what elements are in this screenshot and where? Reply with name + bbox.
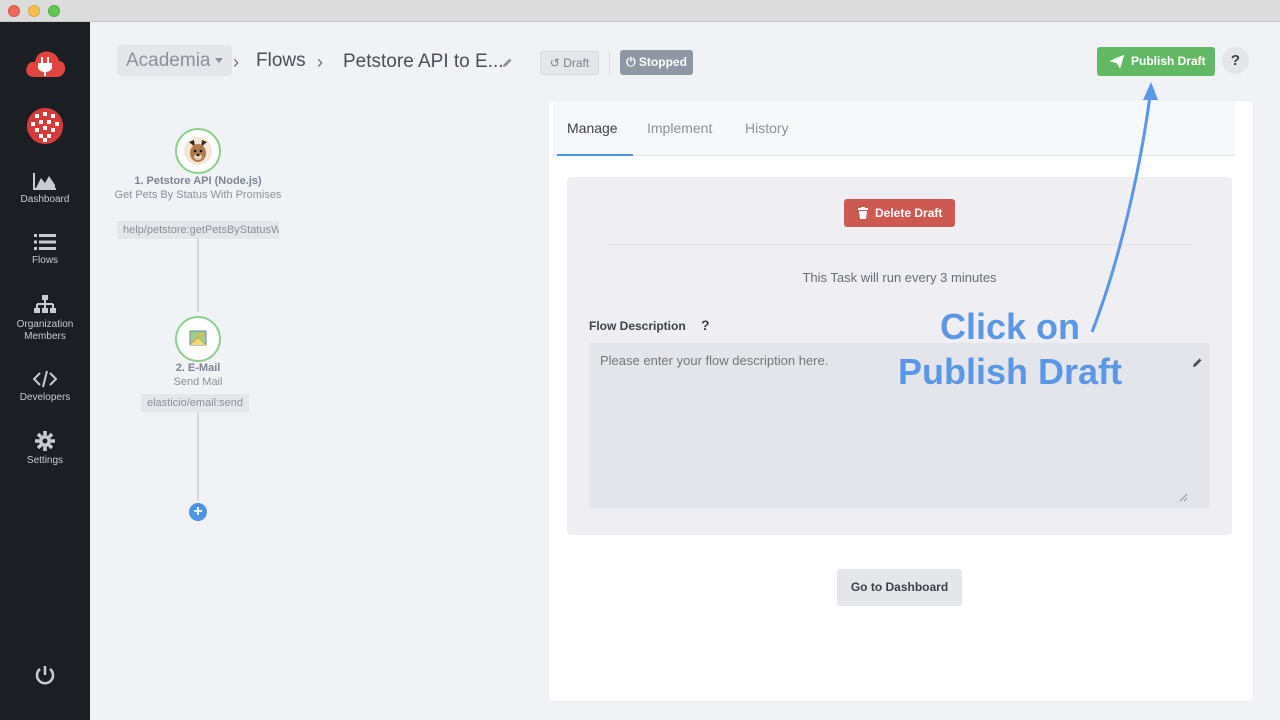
status-badge[interactable]: ⏻ Stopped (620, 50, 693, 75)
sidebar: Dashboard Flows Organization Members Dev… (0, 22, 90, 720)
go-to-dashboard-button[interactable]: Go to Dashboard (837, 569, 962, 606)
divider (608, 244, 1193, 245)
connector-line (197, 229, 199, 312)
annotation-line: Publish Draft (897, 351, 1122, 392)
flow-name: Petstore API to E... (343, 51, 504, 72)
resize-grip-icon[interactable] (1179, 489, 1188, 507)
schedule-text: This Task will run every 3 minutes (802, 270, 997, 285)
sidebar-item-flows[interactable]: Flows (0, 233, 90, 267)
description-help-icon[interactable]: ? (701, 317, 710, 333)
workspace-dropdown[interactable]: Academia (117, 45, 232, 76)
gear-icon (35, 431, 55, 451)
trash-icon (858, 207, 868, 219)
sidebar-item-organization-members[interactable]: Organization Members (0, 295, 90, 343)
sidebar-item-label: Developers (19, 392, 71, 403)
revert-icon: ↺ (549, 56, 560, 70)
sidebar-item-label: Flows (31, 255, 59, 266)
mail-icon (189, 330, 207, 346)
draft-badge[interactable]: ↺ Draft (540, 51, 599, 75)
minimize-window-button[interactable] (28, 5, 40, 17)
workspace-label: Academia (126, 50, 211, 71)
tab-manage[interactable]: Manage (567, 120, 618, 136)
breadcrumb-flows[interactable]: Flows (256, 50, 306, 72)
org-tree-icon (34, 295, 56, 313)
publish-draft-button[interactable]: Publish Draft (1097, 47, 1215, 76)
status-label: Stopped (638, 55, 687, 69)
sidebar-item-developers[interactable]: Developers (0, 370, 90, 404)
delete-draft-label: Delete Draft (875, 206, 943, 220)
flow-description-label: Flow Description (589, 319, 686, 333)
sidebar-item-label: Dashboard (20, 194, 70, 205)
tab-bar: Manage Implement History (553, 101, 1235, 156)
list-icon (34, 234, 56, 250)
step-title[interactable]: 1. Petstore API (Node.js) (113, 175, 283, 187)
flow-settings-panel: Manage Implement History Delete Draft Th… (549, 101, 1253, 701)
active-tab-indicator (557, 154, 633, 156)
edit-description-icon[interactable] (1192, 355, 1203, 373)
step-node[interactable] (175, 128, 221, 174)
publish-draft-label: Publish Draft (1131, 54, 1206, 68)
breadcrumb-separator-icon: › (233, 52, 239, 72)
sidebar-item-label: Settings (26, 455, 64, 466)
add-step-button[interactable]: + (189, 503, 207, 521)
cloud-plug-icon[interactable] (24, 48, 66, 78)
connector-line (197, 411, 199, 501)
step-subtitle: Send Mail (173, 376, 223, 388)
power-icon[interactable] (33, 664, 57, 688)
sidebar-item-settings[interactable]: Settings (0, 431, 90, 467)
sidebar-item-label: Organization Members (16, 319, 74, 342)
paper-plane-icon (1110, 55, 1124, 68)
tab-implement[interactable]: Implement (647, 120, 712, 136)
sidebar-item-dashboard[interactable]: Dashboard (0, 172, 90, 206)
tab-history[interactable]: History (745, 120, 789, 136)
area-chart-icon (33, 173, 56, 190)
window-titlebar (0, 0, 1280, 22)
step-component-tag: elasticio/email:send (141, 394, 249, 412)
step-component-tag: help/petstore:getPetsByStatusW (117, 221, 279, 239)
step-subtitle: Get Pets By Status With Promises (114, 189, 282, 201)
edit-name-icon[interactable] (502, 55, 513, 73)
step-node[interactable] (175, 316, 221, 362)
power-small-icon: ⏻ (626, 55, 636, 69)
avatar[interactable] (27, 108, 63, 144)
close-window-button[interactable] (8, 5, 20, 17)
draft-badge-label: Draft (563, 56, 590, 70)
chevron-down-icon (214, 58, 223, 64)
help-button[interactable]: ? (1222, 47, 1249, 74)
breadcrumb-separator-icon: › (317, 52, 323, 72)
code-icon (33, 370, 57, 388)
tutorial-annotation: Click on Publish Draft (880, 304, 1140, 394)
delete-draft-button[interactable]: Delete Draft (844, 199, 955, 227)
divider (609, 50, 610, 76)
dog-icon (184, 137, 212, 165)
step-title[interactable]: 2. E-Mail (113, 362, 283, 374)
zoom-window-button[interactable] (48, 5, 60, 17)
annotation-line: Click on (939, 306, 1081, 347)
